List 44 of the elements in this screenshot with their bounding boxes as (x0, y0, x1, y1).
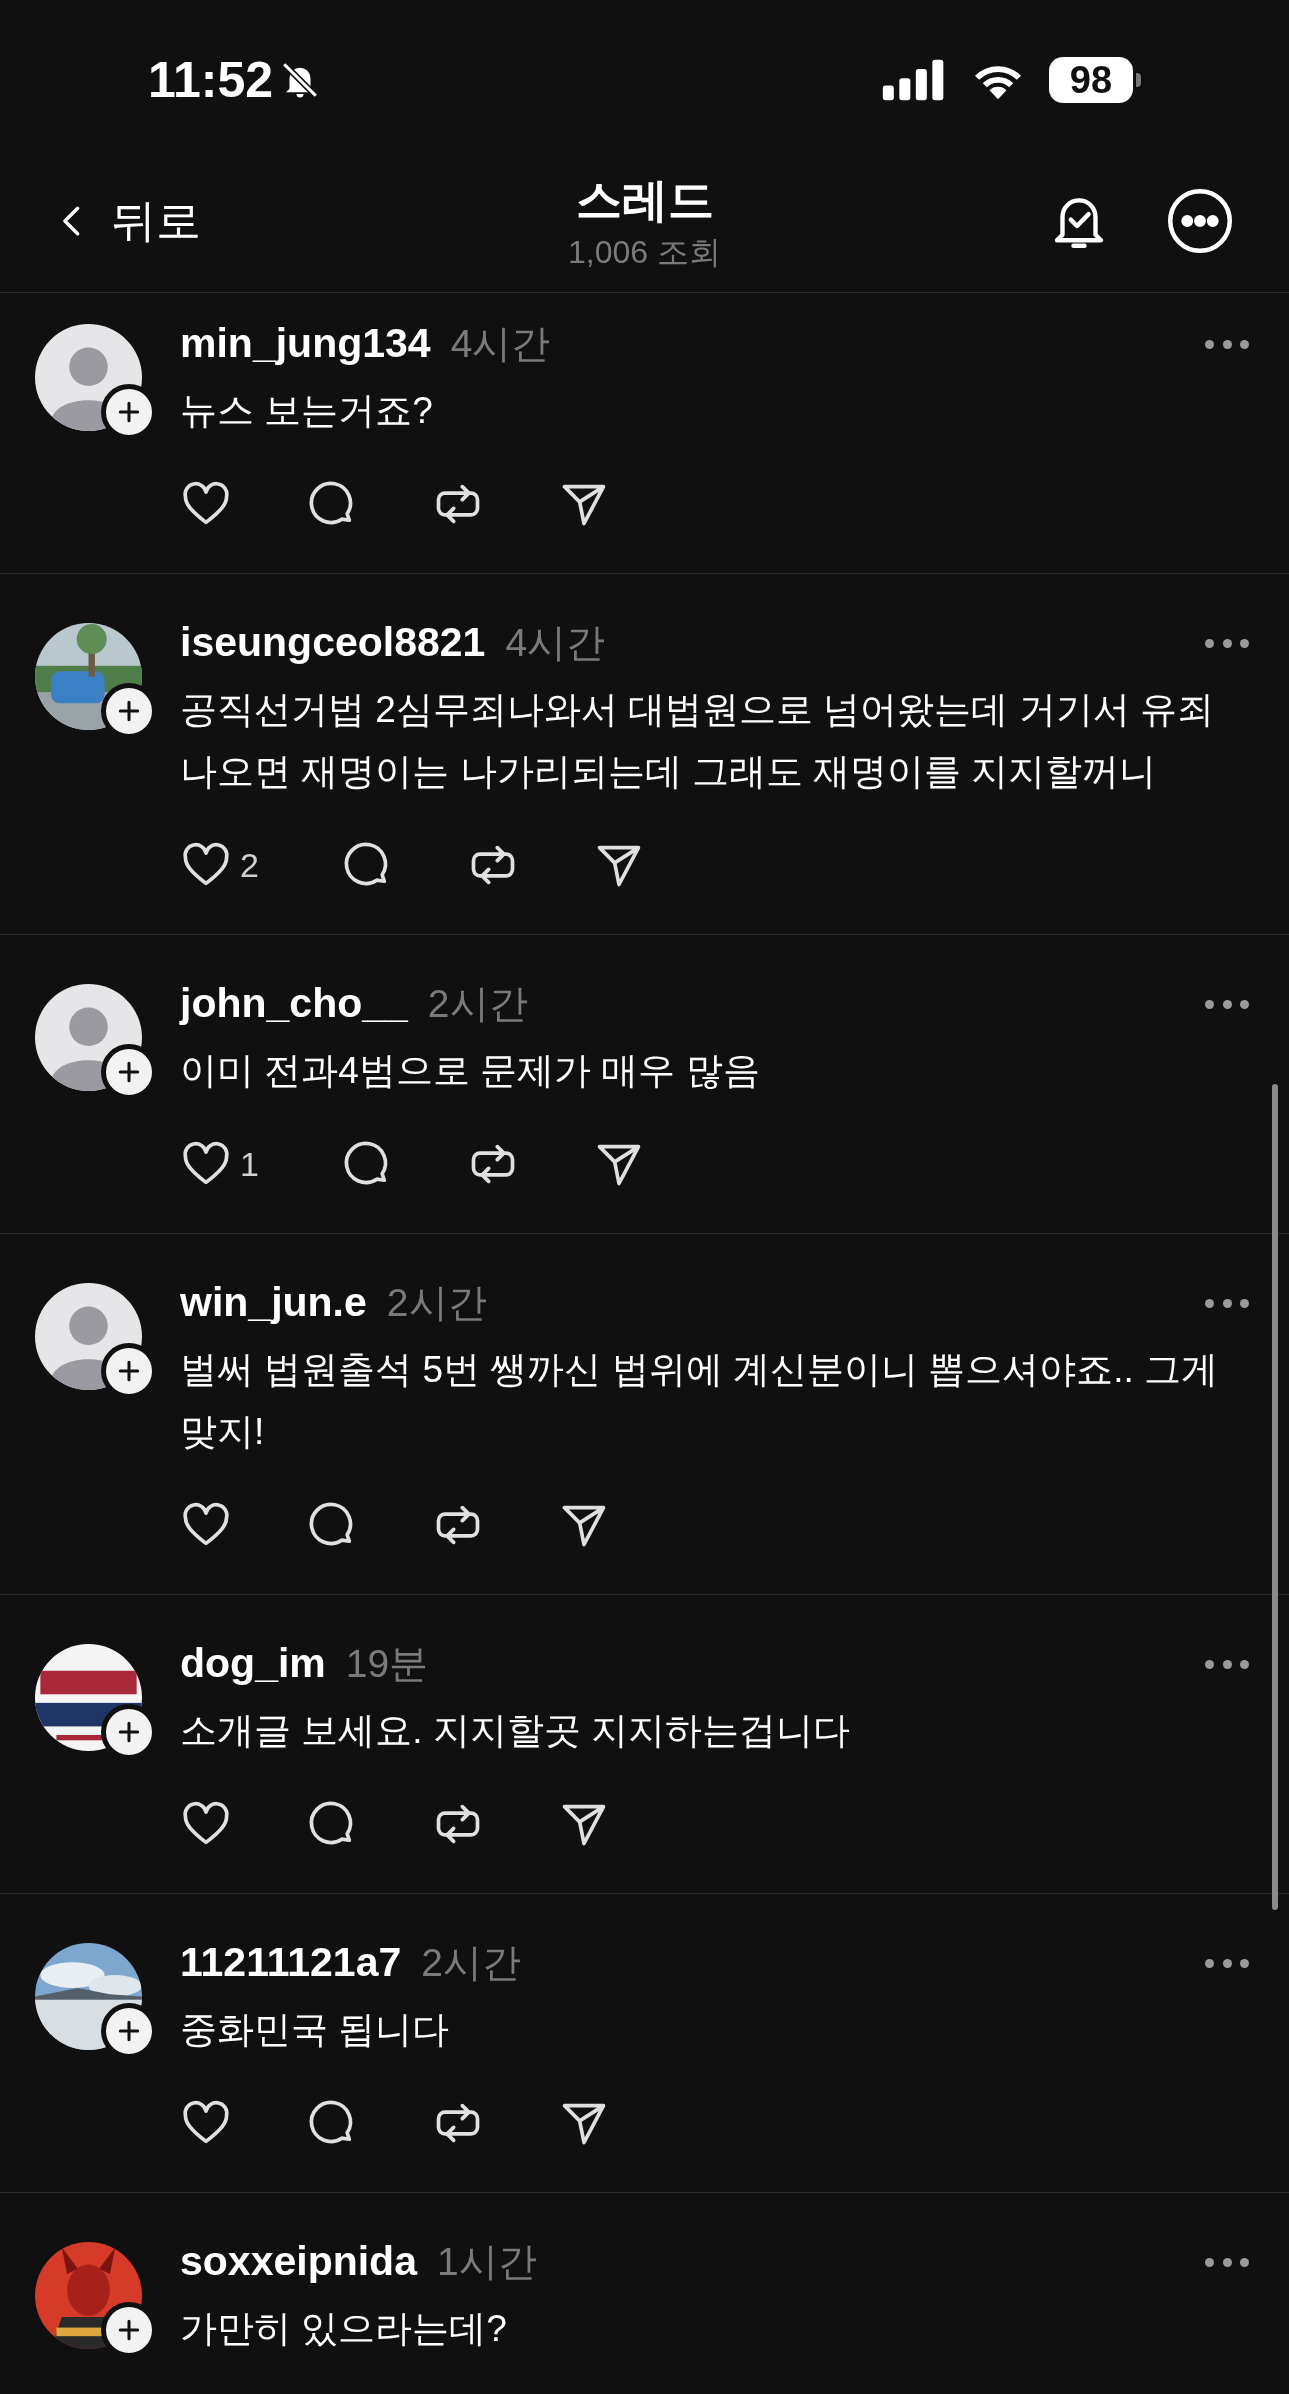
more-icon[interactable] (1205, 338, 1249, 350)
plus-icon (116, 1719, 142, 1745)
page-title: 스레드 (575, 173, 714, 228)
username[interactable]: min_jung134 (180, 313, 431, 375)
post-time: 19분 (345, 1640, 429, 1687)
post-time: 1시간 (437, 2238, 537, 2285)
more-icon[interactable] (1205, 1658, 1249, 1670)
username[interactable]: dog_im (180, 1633, 326, 1695)
username[interactable]: john_cho__ (180, 973, 408, 1035)
plus-icon (116, 2317, 142, 2343)
more-icon[interactable] (1205, 1297, 1249, 1309)
post-text: 중화민국 됩니다 (180, 2008, 451, 2052)
view-count: 1,006 조회 (568, 233, 721, 272)
post-text: 공직선거법 2심무죄나와서 대법원으로 넘어왔는데 거기서 유죄나오면 재명이는 나가리되는데 그래도 재명이를 지지할꺼니 (180, 688, 1215, 794)
plus-icon (116, 1358, 142, 1384)
username[interactable]: win_jun.e (180, 1272, 367, 1334)
status-time: 11:52 (148, 50, 274, 110)
post-text: 가만히 있으라는데? (180, 2307, 508, 2351)
plus-icon (116, 399, 142, 425)
post-text: 소개글 보세요. 지지할곳 지지하는겁니다 (180, 1709, 852, 1753)
plus-icon (116, 1059, 142, 1085)
battery-level: 98 (1049, 57, 1133, 103)
like-count: 2 (240, 844, 259, 886)
post-time: 2시간 (386, 1279, 487, 1326)
post-text: 뉴스 보는거죠? (180, 389, 434, 433)
post-time: 2시간 (427, 980, 528, 1027)
plus-icon (116, 2018, 142, 2044)
more-icon[interactable] (1205, 998, 1249, 1010)
battery-tip-icon (1136, 73, 1141, 87)
username[interactable]: soxxeipnida (180, 2231, 417, 2293)
post-text: 벌써 법원출석 5번 쌩까신 법위에 계신분이니 뽑으셔야죠.. 그게맞지! (180, 1348, 1220, 1454)
username[interactable]: 11211121a7 (180, 1932, 402, 1994)
more-icon[interactable] (1205, 637, 1249, 649)
post-time: 2시간 (421, 1939, 521, 1986)
username[interactable]: iseungceol8821 (180, 612, 486, 674)
like-count: 1 (240, 1143, 259, 1185)
plus-icon (116, 698, 142, 724)
post-time: 4시간 (450, 320, 551, 367)
more-icon[interactable] (1205, 2256, 1249, 2268)
more-icon[interactable] (1166, 187, 1234, 255)
back-button[interactable]: 뒤로 (55, 187, 201, 255)
more-icon[interactable] (1205, 1957, 1249, 1969)
post-time: 4시간 (505, 619, 606, 666)
post-text: 이미 전과4범으로 문제가 매우 많음 (180, 1049, 761, 1093)
